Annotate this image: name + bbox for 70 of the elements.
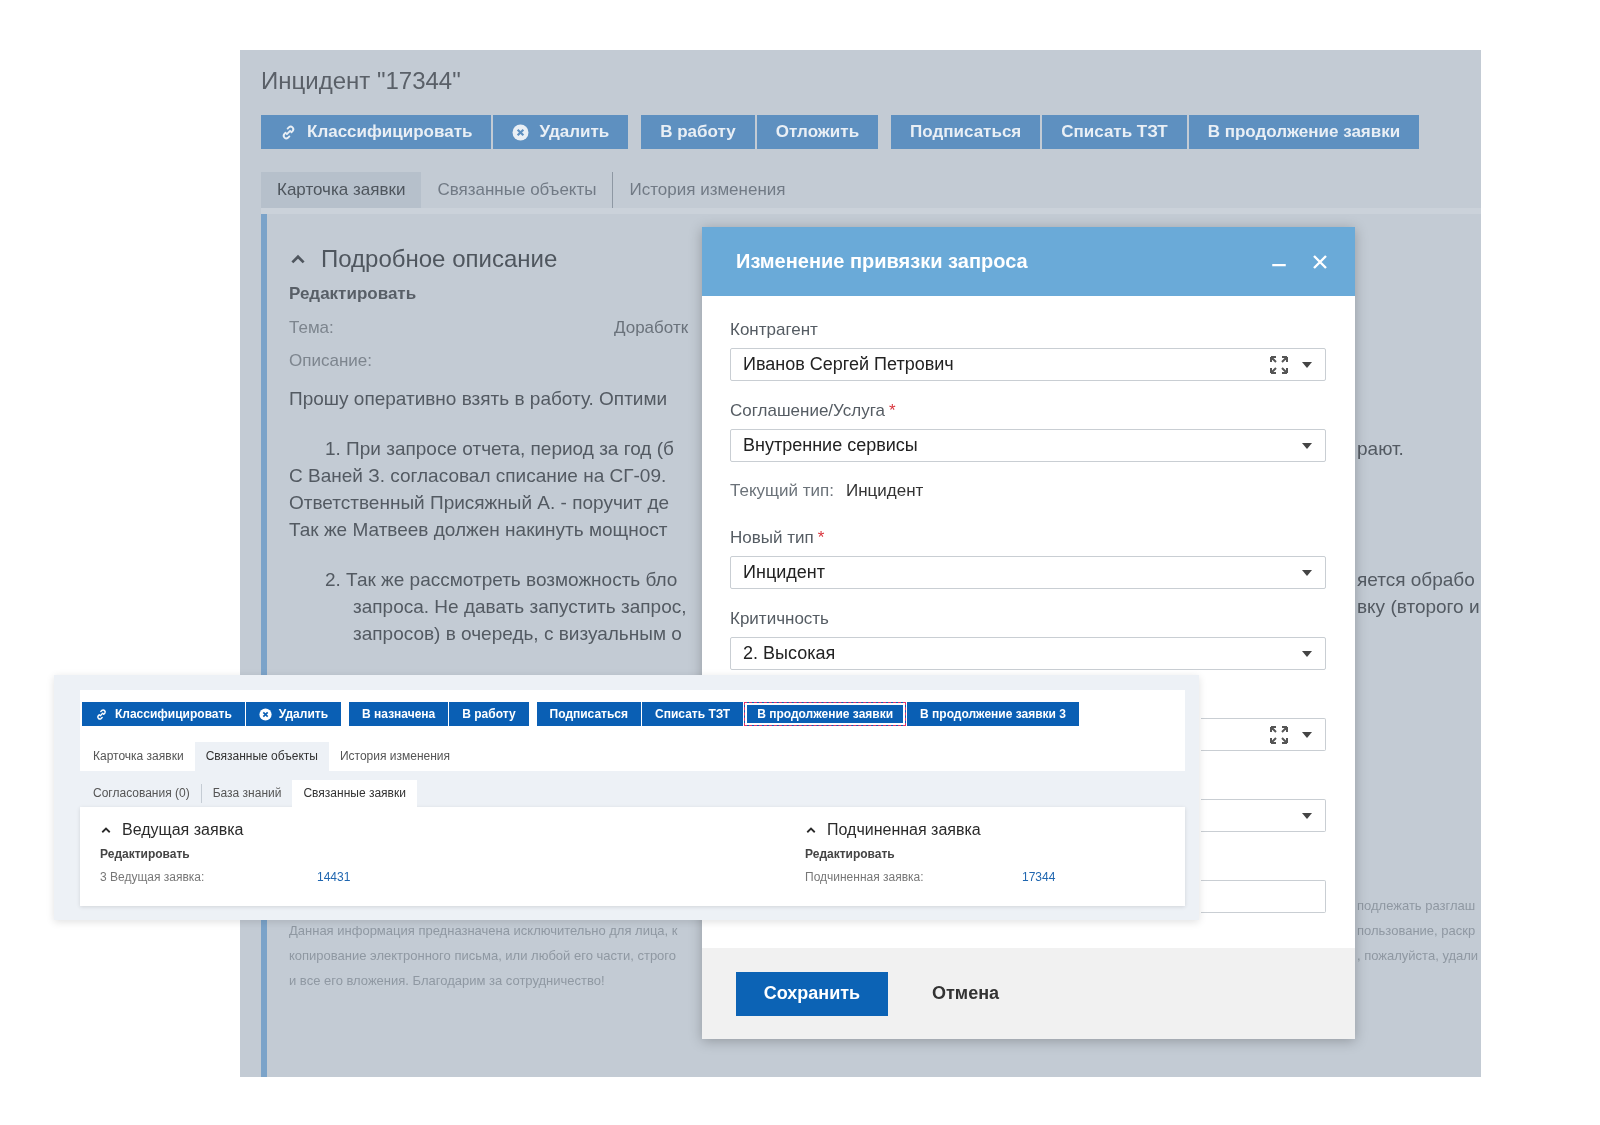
field-label: Тема:	[289, 317, 335, 339]
expand-icon	[1269, 354, 1289, 375]
field-label: Описание:	[289, 350, 372, 372]
description-text: Так же Матвеев должен накинуть мощност	[289, 518, 669, 542]
field-label: Контрагент	[730, 320, 818, 340]
caret-down-icon	[1301, 649, 1313, 658]
field-label: Текущий тип:	[730, 481, 834, 501]
close-icon	[1312, 253, 1328, 270]
description-text: 2. Так же рассмотреть возможность бло	[324, 568, 679, 592]
tab[interactable]: Карточка заявки	[82, 742, 195, 771]
description-text: С Ваней З. согласовал списание на СГ-09.	[289, 464, 668, 488]
toolbar-button[interactable]: Подписаться	[536, 702, 642, 726]
section-title: Ведущая заявка	[122, 820, 244, 840]
toolbar-button[interactable]: В назначена	[349, 702, 449, 726]
dropdown-field[interactable]: Инцидент	[730, 556, 1326, 589]
toolbar-button[interactable]: В продолжение заявки	[744, 702, 907, 726]
toolbar-button[interactable]: Удалить	[245, 702, 342, 726]
description-text: Прошу оперативно взять в работу. Оптими	[289, 387, 669, 411]
dropdown-field[interactable]: Внутренние сервисы	[730, 429, 1326, 462]
edit-link[interactable]: Редактировать	[100, 845, 190, 863]
field-label: Подчиненная заявка:	[805, 869, 925, 886]
toolbar-button[interactable]: В продолжение заявки 3	[907, 702, 1079, 726]
close-button[interactable]	[1312, 253, 1328, 270]
save-button[interactable]: Сохранить	[736, 971, 888, 1016]
field-value: Доработк	[614, 317, 690, 339]
caret-down-icon	[1301, 811, 1313, 820]
edit-link[interactable]: Редактировать	[289, 282, 417, 306]
dropdown-field[interactable]: 2. Высокая	[730, 637, 1326, 670]
input-field[interactable]	[1201, 880, 1326, 913]
field-label: Критичность	[730, 609, 829, 629]
remove-icon	[258, 707, 272, 721]
expand-icon	[1269, 724, 1289, 745]
field-label: 3 Ведущая заявка:	[100, 869, 206, 886]
description-text: 1. При запросе отчета, период за год (б	[324, 437, 675, 461]
link-icon	[95, 707, 108, 721]
request-link[interactable]: 17344	[1022, 868, 1102, 886]
caret-down-icon	[1301, 360, 1313, 369]
description-text: рают.	[1357, 437, 1405, 461]
toolbar-button[interactable]: Списать ТЗТ	[642, 702, 744, 726]
dialog-title: Изменение привязки запроса	[736, 250, 1029, 273]
page-title: Инцидент "17344"	[260, 66, 462, 96]
cancel-button[interactable]: Отмена	[932, 983, 1000, 1004]
section-title: Подробное описание	[321, 244, 558, 274]
description-text: запросов) в очередь, с визуальным о	[352, 622, 683, 646]
field-label: Новый тип *	[730, 528, 825, 548]
remove-icon	[512, 123, 530, 141]
lookup-field[interactable]	[1201, 718, 1326, 751]
tab[interactable]: Карточка заявки	[261, 172, 422, 208]
tab[interactable]: Связанные заявки	[292, 780, 417, 807]
tab[interactable]: Согласования (0)	[82, 784, 201, 803]
request-link[interactable]: 14431	[317, 868, 397, 886]
description-text: запроса. Не давать запустить запрос,	[352, 595, 688, 619]
edit-link[interactable]: Редактировать	[805, 845, 895, 863]
caret-down-icon	[1301, 568, 1313, 577]
caret-down-icon	[1301, 441, 1313, 450]
lookup-field[interactable]: Иванов Сергей Петрович	[730, 348, 1326, 381]
description-text: вку (второго и	[1357, 595, 1481, 619]
minimize-icon	[1270, 264, 1288, 267]
field-value: Инцидент	[845, 481, 924, 501]
toolbar-button[interactable]: Классифицировать	[82, 702, 245, 726]
field-label: Соглашение/Услуга *	[730, 401, 896, 421]
caret-down-icon	[1301, 730, 1313, 739]
description-text: Ответственный Присяжный А. - поручит де	[289, 491, 671, 515]
dropdown-field[interactable]	[1201, 799, 1326, 832]
tab[interactable]: История изменения	[328, 742, 462, 771]
description-text: яется обрабо	[1357, 568, 1476, 592]
section-title: Подчиненная заявка	[827, 820, 981, 840]
tab[interactable]: Связанные объекты	[194, 742, 329, 771]
link-icon	[280, 123, 297, 141]
toolbar-button[interactable]: В работу	[449, 702, 529, 726]
